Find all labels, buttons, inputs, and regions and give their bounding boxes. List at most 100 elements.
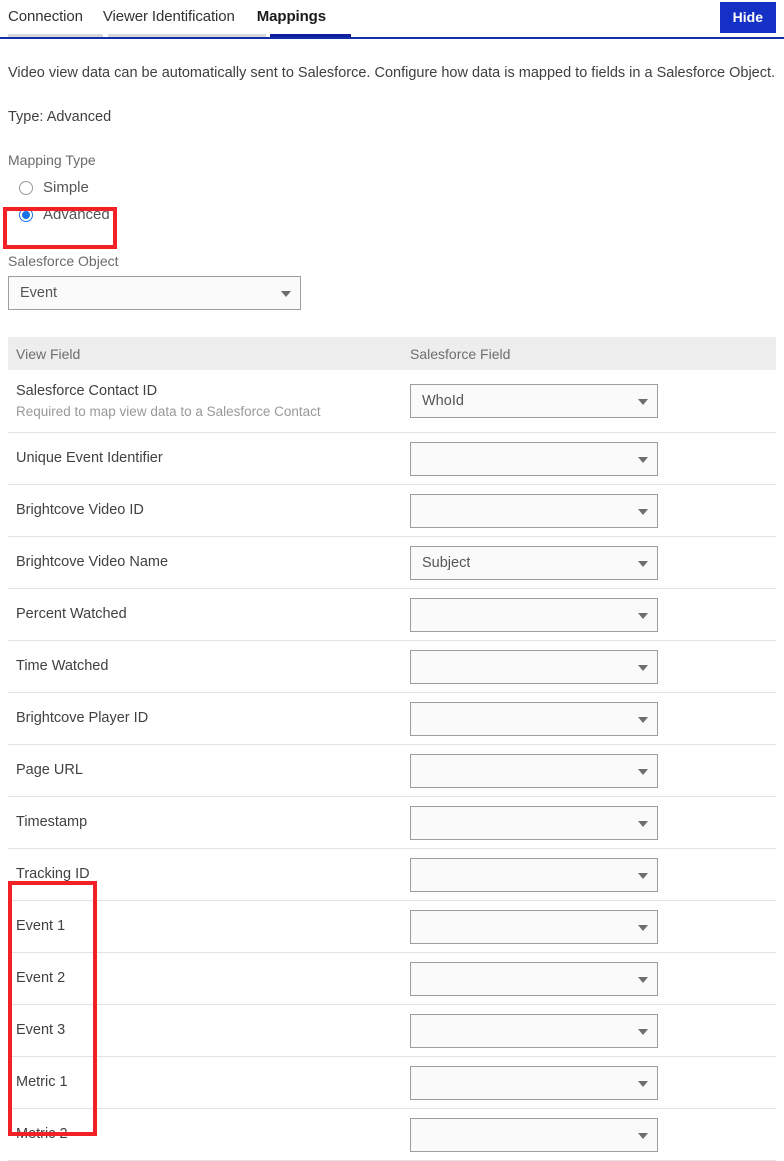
table-row: Metric 2: [8, 1109, 776, 1161]
view-field-name: Brightcove Video ID: [16, 501, 402, 520]
cell-salesforce-field: [402, 1005, 776, 1057]
cell-salesforce-field: [402, 1057, 776, 1109]
salesforce-field-select[interactable]: [410, 650, 658, 684]
table-row: Brightcove Video ID: [8, 485, 776, 537]
salesforce-object-label: Salesforce Object: [8, 252, 776, 270]
cell-salesforce-field: WhoId: [402, 370, 776, 433]
cell-view-field: Brightcove Video Name: [8, 537, 402, 589]
mapping-type-radio-group: Simple Advanced: [8, 174, 776, 228]
salesforce-field-select[interactable]: [410, 910, 658, 944]
salesforce-field-select[interactable]: [410, 1118, 658, 1152]
cell-view-field: Percent Watched: [8, 589, 402, 641]
chevron-down-icon: [638, 665, 648, 671]
salesforce-object-field: Event: [8, 276, 776, 310]
view-field-name: Event 3: [16, 1021, 402, 1040]
tab-connection-label: Connection: [8, 8, 83, 25]
chevron-down-icon: [638, 717, 648, 723]
view-field-name: Tracking ID: [16, 865, 402, 884]
table-row: Metric 1: [8, 1057, 776, 1109]
tab-connection[interactable]: Connection: [8, 0, 83, 32]
view-field-name: Time Watched: [16, 657, 402, 676]
table-row: Event 2: [8, 953, 776, 1005]
cell-salesforce-field: [402, 433, 776, 485]
table-row: Salesforce Contact IDRequired to map vie…: [8, 370, 776, 433]
cell-view-field: Metric 2: [8, 1109, 402, 1161]
radio-option-simple[interactable]: Simple: [8, 174, 776, 201]
tab-viewer-identification-label: Viewer Identification: [103, 8, 235, 25]
table-header-row: View Field Salesforce Field: [8, 337, 776, 370]
cell-salesforce-field: [402, 1109, 776, 1161]
chevron-down-icon: [638, 925, 648, 931]
view-field-name: Unique Event Identifier: [16, 449, 402, 468]
chevron-down-icon: [638, 509, 648, 515]
cell-view-field: Event 2: [8, 953, 402, 1005]
radio-option-simple-label: Simple: [43, 179, 89, 197]
chevron-down-icon: [638, 457, 648, 463]
cell-view-field: Page URL: [8, 745, 402, 797]
view-field-name: Brightcove Video Name: [16, 553, 402, 572]
table-body: Salesforce Contact IDRequired to map vie…: [8, 370, 776, 1161]
salesforce-object-select[interactable]: Event: [8, 276, 301, 310]
salesforce-field-select[interactable]: WhoId: [410, 384, 658, 418]
view-field-name: Brightcove Player ID: [16, 709, 402, 728]
table-row: Event 1: [8, 901, 776, 953]
salesforce-field-select[interactable]: [410, 598, 658, 632]
cell-salesforce-field: [402, 953, 776, 1005]
table-row: Tracking ID: [8, 849, 776, 901]
cell-view-field: Event 1: [8, 901, 402, 953]
salesforce-field-select[interactable]: [410, 962, 658, 996]
view-field-name: Percent Watched: [16, 605, 402, 624]
table-row: Brightcove Player ID: [8, 693, 776, 745]
salesforce-field-value: Subject: [411, 554, 470, 572]
cell-view-field: Event 3: [8, 1005, 402, 1057]
chevron-down-icon: [638, 821, 648, 827]
column-header-salesforce-field: Salesforce Field: [402, 337, 776, 370]
mapping-type-summary: Type: Advanced: [8, 107, 776, 127]
tab-viewer-identification[interactable]: Viewer Identification: [103, 0, 235, 32]
cell-salesforce-field: [402, 745, 776, 797]
cell-view-field: Metric 1: [8, 1057, 402, 1109]
salesforce-field-select[interactable]: [410, 442, 658, 476]
tab-mappings-label: Mappings: [257, 8, 326, 25]
table-row: Percent Watched: [8, 589, 776, 641]
hide-button[interactable]: Hide: [720, 2, 776, 33]
cell-view-field: Tracking ID: [8, 849, 402, 901]
tab-baseline-rule: [0, 37, 784, 39]
radio-option-advanced[interactable]: Advanced: [8, 201, 776, 228]
view-field-description: Required to map view data to a Salesforc…: [16, 402, 402, 421]
cell-salesforce-field: [402, 589, 776, 641]
table-row: Page URL: [8, 745, 776, 797]
salesforce-field-select[interactable]: [410, 806, 658, 840]
view-field-name: Event 1: [16, 917, 402, 936]
chevron-down-icon: [638, 977, 648, 983]
chevron-down-icon: [638, 1081, 648, 1087]
column-header-view-field: View Field: [8, 337, 402, 370]
salesforce-field-select[interactable]: [410, 702, 658, 736]
salesforce-field-value: WhoId: [411, 392, 464, 410]
salesforce-field-select[interactable]: [410, 494, 658, 528]
salesforce-field-select[interactable]: [410, 1014, 658, 1048]
cell-view-field: Salesforce Contact IDRequired to map vie…: [8, 370, 402, 433]
tab-bar: Connection Viewer Identification Mapping…: [0, 0, 784, 39]
tab-mappings[interactable]: Mappings: [257, 0, 326, 32]
panel-description: Video view data can be automatically sen…: [8, 62, 776, 84]
table-row: Event 3: [8, 1005, 776, 1057]
mappings-panel: Video view data can be automatically sen…: [0, 62, 784, 1161]
cell-salesforce-field: [402, 641, 776, 693]
salesforce-field-select[interactable]: [410, 754, 658, 788]
radio-option-advanced-label: Advanced: [43, 206, 110, 224]
salesforce-field-select[interactable]: [410, 1066, 658, 1100]
salesforce-field-select[interactable]: Subject: [410, 546, 658, 580]
cell-salesforce-field: [402, 849, 776, 901]
cell-salesforce-field: [402, 485, 776, 537]
salesforce-field-select[interactable]: [410, 858, 658, 892]
radio-checked-icon: [19, 208, 33, 222]
mapping-type-label: Mapping Type: [8, 151, 776, 169]
table-row: Time Watched: [8, 641, 776, 693]
field-mapping-table: View Field Salesforce Field Salesforce C…: [8, 337, 776, 1161]
view-field-name: Salesforce Contact ID: [16, 382, 402, 401]
chevron-down-icon: [638, 1029, 648, 1035]
chevron-down-icon: [638, 399, 648, 405]
view-field-name: Timestamp: [16, 813, 402, 832]
cell-salesforce-field: [402, 693, 776, 745]
